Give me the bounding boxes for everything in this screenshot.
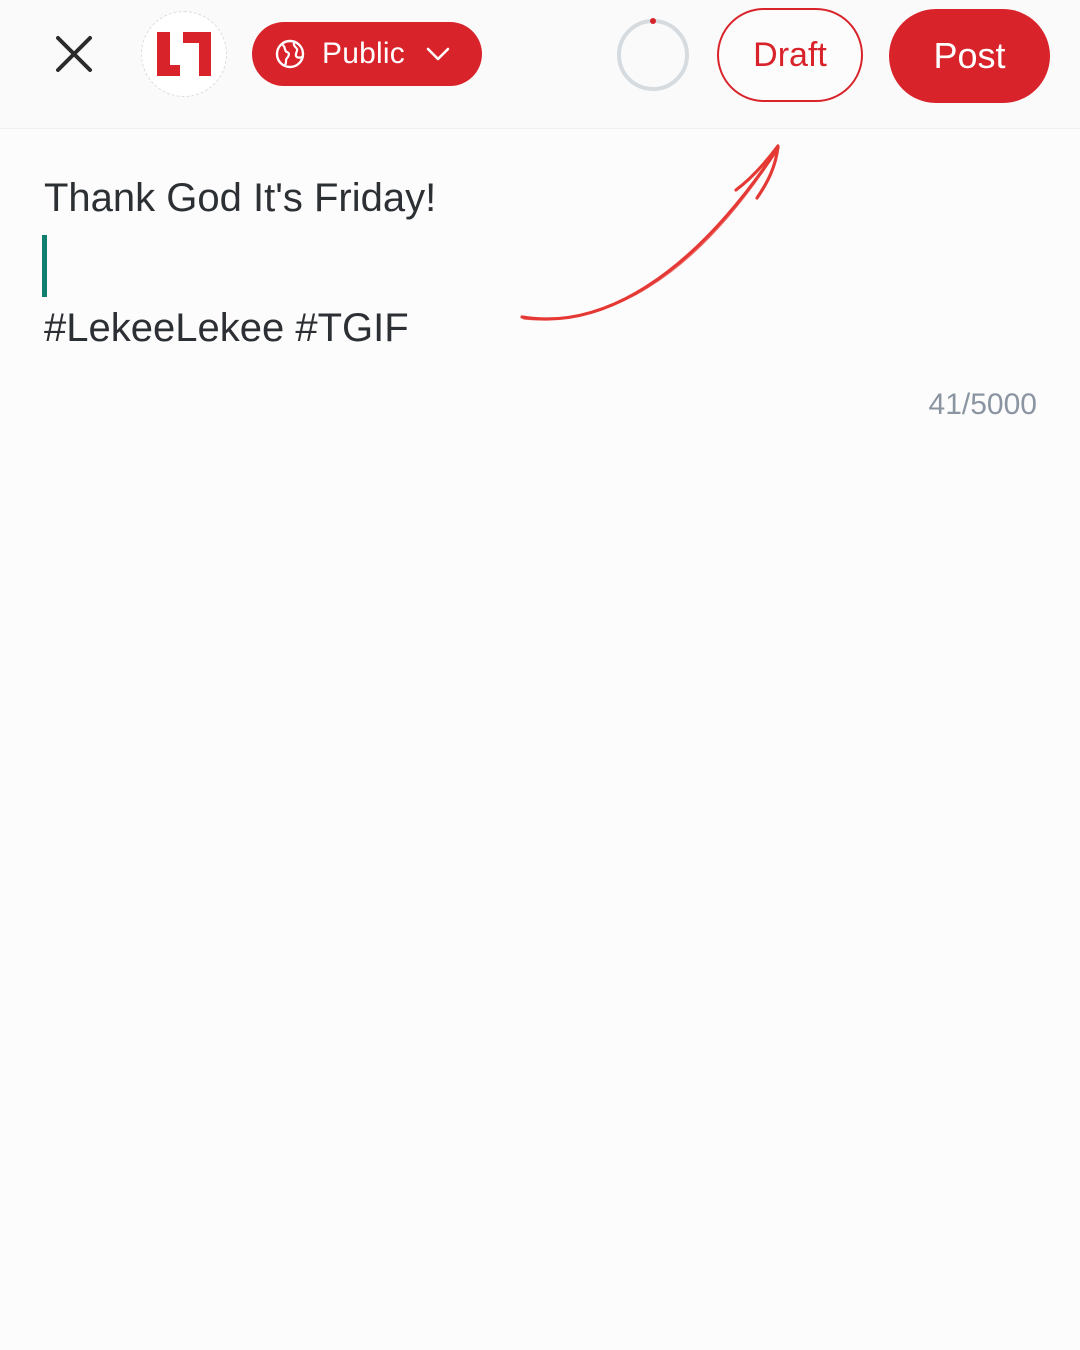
compose-post-screen: Public Draft Post Thank God It's Friday!… bbox=[0, 0, 1080, 1350]
visibility-label: Public bbox=[322, 37, 405, 70]
brand-logo-icon bbox=[157, 32, 211, 76]
post-hashtags-line: #LekeeLekee #TGIF bbox=[44, 306, 409, 350]
post-text-line: Thank God It's Friday! bbox=[44, 176, 437, 220]
close-button[interactable] bbox=[44, 24, 104, 84]
character-counter: 41/5000 bbox=[928, 388, 1037, 421]
draft-button[interactable]: Draft bbox=[717, 8, 863, 102]
globe-icon bbox=[275, 39, 305, 69]
visibility-selector[interactable]: Public bbox=[252, 22, 482, 86]
close-icon bbox=[56, 36, 92, 72]
text-caret bbox=[42, 235, 47, 297]
compose-toolbar: Public Draft Post bbox=[0, 0, 1080, 129]
chevron-down-icon bbox=[426, 47, 450, 61]
avatar[interactable] bbox=[141, 11, 227, 97]
character-progress-ring bbox=[617, 18, 689, 91]
post-button[interactable]: Post bbox=[889, 9, 1050, 103]
